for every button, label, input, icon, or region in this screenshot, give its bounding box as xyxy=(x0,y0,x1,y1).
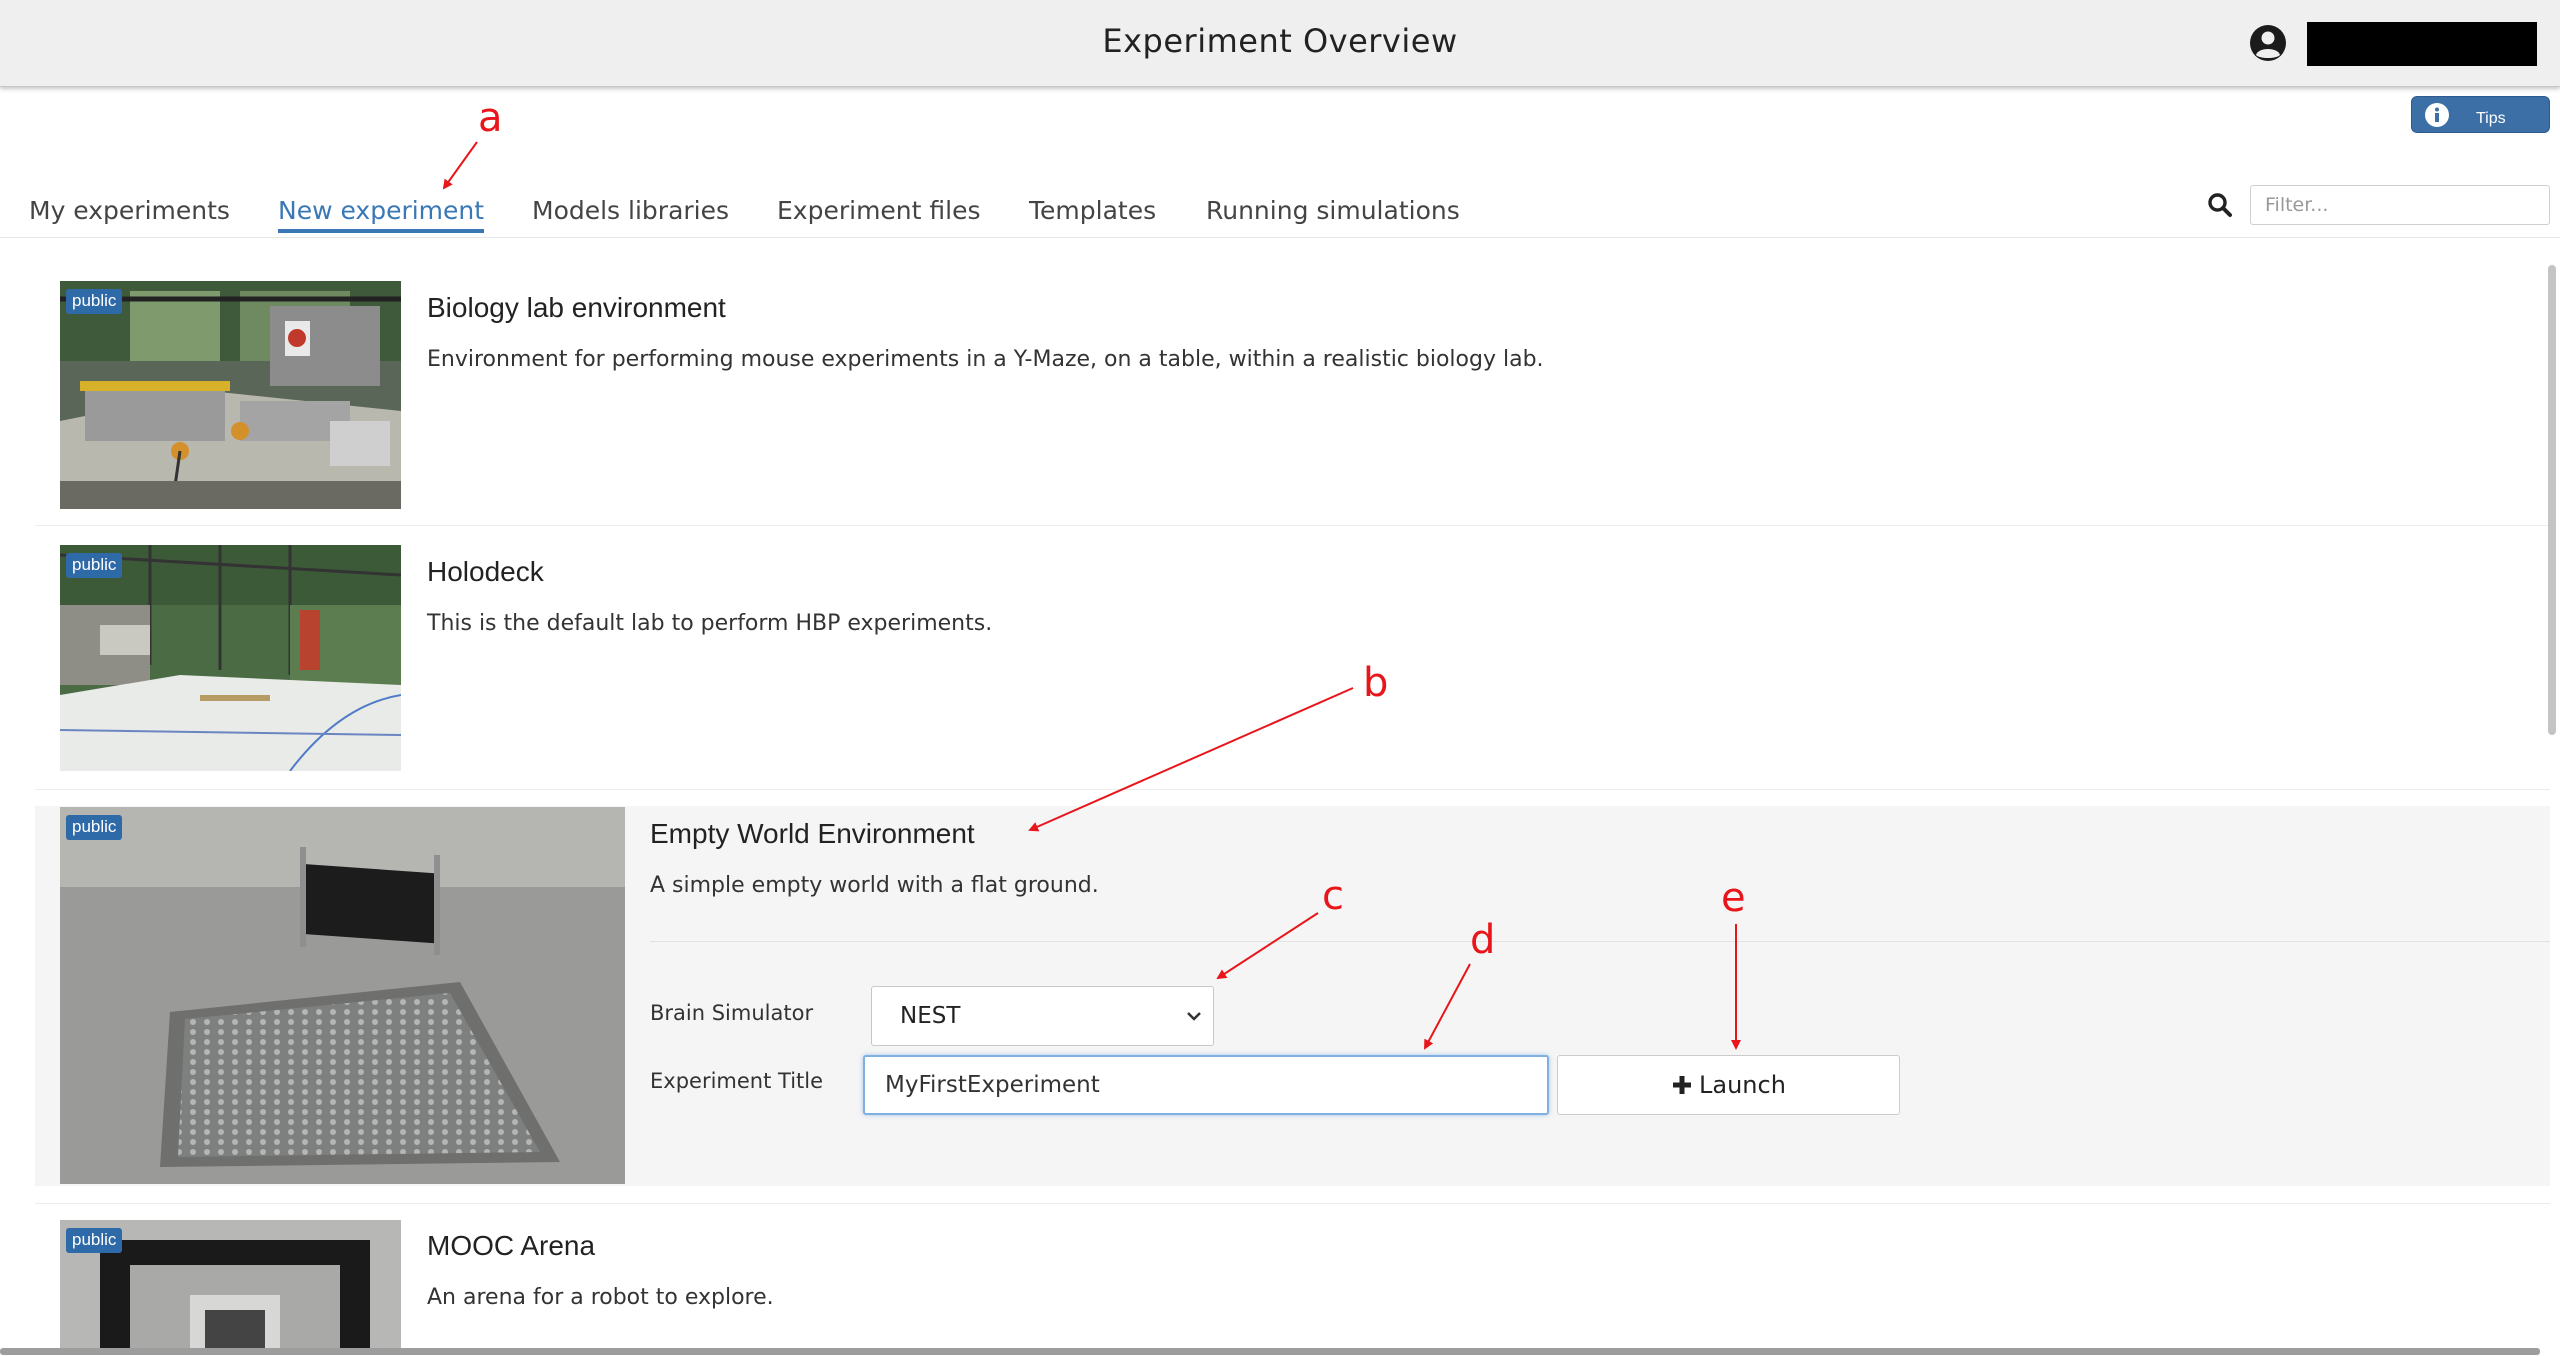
annotation-label-b: b xyxy=(1363,660,1389,706)
annotation-label-a: a xyxy=(478,95,503,141)
annotation-label-c: c xyxy=(1322,873,1344,919)
annotation-label-d: d xyxy=(1470,917,1496,963)
annotation-arrows xyxy=(442,141,1741,1050)
annotation-label-e: e xyxy=(1721,875,1746,921)
